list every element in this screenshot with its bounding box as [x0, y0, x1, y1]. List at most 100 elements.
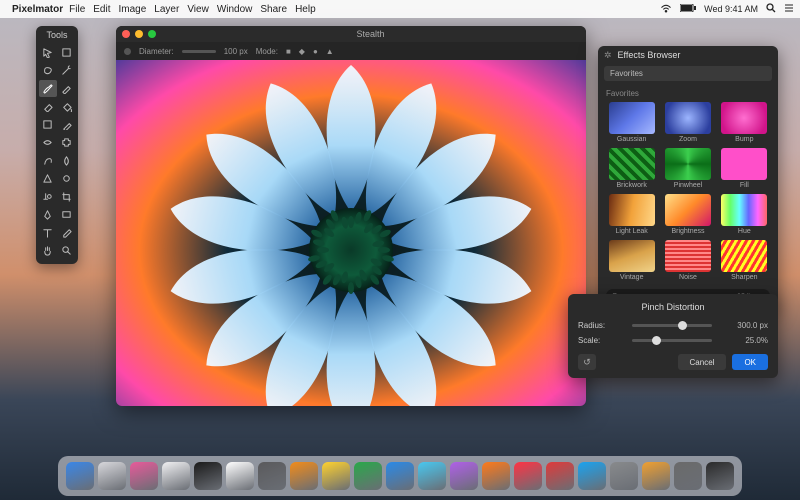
battery-icon[interactable]: [680, 4, 696, 14]
menu-help[interactable]: Help: [295, 4, 316, 15]
tool-move[interactable]: [39, 44, 57, 61]
radius-value[interactable]: 300.0 px: [720, 321, 768, 330]
tool-blur[interactable]: [58, 152, 76, 169]
tool-clone[interactable]: [39, 188, 57, 205]
effect-pinwheel[interactable]: Pinwheel: [662, 148, 713, 189]
cancel-button[interactable]: Cancel: [678, 354, 727, 370]
menu-layer[interactable]: Layer: [154, 4, 179, 15]
mode-option-2-icon[interactable]: ◆: [299, 47, 305, 56]
dock-app-13[interactable]: [482, 462, 510, 490]
dock-app-1[interactable]: [98, 462, 126, 490]
dock-app-9[interactable]: [354, 462, 382, 490]
menu-view[interactable]: View: [187, 4, 209, 15]
tool-shape[interactable]: [58, 206, 76, 223]
effects-group-selector[interactable]: Favorites: [604, 66, 772, 81]
dock-app-8[interactable]: [322, 462, 350, 490]
dock-app-14[interactable]: [514, 462, 542, 490]
dock-app-2[interactable]: [130, 462, 158, 490]
close-button[interactable]: [122, 30, 130, 38]
tool-eyedropper[interactable]: [58, 224, 76, 241]
diameter-slider[interactable]: [182, 50, 216, 53]
menu-image[interactable]: Image: [119, 4, 147, 15]
menu-share[interactable]: Share: [260, 4, 287, 15]
tool-red-eye[interactable]: [39, 134, 57, 151]
dock-app-19[interactable]: [674, 462, 702, 490]
dock-app-12[interactable]: [450, 462, 478, 490]
spotlight-icon[interactable]: [766, 3, 776, 15]
effect-bump[interactable]: Bump: [719, 102, 770, 143]
effect-sharpen[interactable]: Sharpen: [719, 240, 770, 281]
menu-window[interactable]: Window: [217, 4, 253, 15]
canvas[interactable]: [116, 60, 586, 406]
tool-magic-wand[interactable]: [58, 62, 76, 79]
effect-zoom[interactable]: Zoom: [662, 102, 713, 143]
effect-vintage[interactable]: Vintage: [606, 240, 657, 281]
effect-brightness[interactable]: Brightness: [662, 194, 713, 235]
effect-thumb: [609, 102, 655, 134]
dock-app-5[interactable]: [226, 462, 254, 490]
diameter-label: Diameter:: [139, 47, 174, 56]
mode-option-3-icon[interactable]: ●: [313, 47, 318, 56]
tool-lasso[interactable]: [39, 62, 57, 79]
tool-color-picker[interactable]: [58, 116, 76, 133]
effect-light-leak[interactable]: Light Leak: [606, 194, 657, 235]
ok-button[interactable]: OK: [732, 354, 768, 370]
zoom-button[interactable]: [148, 30, 156, 38]
dock-app-4[interactable]: [194, 462, 222, 490]
tool-zoom[interactable]: [58, 242, 76, 259]
dock-app-18[interactable]: [642, 462, 670, 490]
effect-label: Sharpen: [731, 274, 757, 281]
effect-brickwork[interactable]: Brickwork: [606, 148, 657, 189]
menu-extras-icon[interactable]: [784, 3, 794, 15]
brush-preview-icon[interactable]: [124, 48, 131, 55]
reset-button[interactable]: ↺: [578, 354, 596, 370]
dock-app-15[interactable]: [546, 462, 574, 490]
mode-option-4-icon[interactable]: ▲: [326, 47, 334, 56]
tool-paint-bucket[interactable]: [58, 98, 76, 115]
dock-app-6[interactable]: [258, 462, 286, 490]
size-value[interactable]: 100 px: [224, 47, 248, 56]
tool-pen[interactable]: [39, 206, 57, 223]
effect-label: Gaussian: [617, 136, 647, 143]
effect-noise[interactable]: Noise: [662, 240, 713, 281]
effect-hue[interactable]: Hue: [719, 194, 770, 235]
dock-app-16[interactable]: [578, 462, 606, 490]
tool-rect-select[interactable]: [58, 44, 76, 61]
scale-slider[interactable]: [632, 339, 712, 342]
minimize-button[interactable]: [135, 30, 143, 38]
mode-option-1-icon[interactable]: ■: [286, 47, 291, 56]
dock-app-3[interactable]: [162, 462, 190, 490]
effect-gaussian[interactable]: Gaussian: [606, 102, 657, 143]
tool-eraser[interactable]: [39, 98, 57, 115]
scale-value[interactable]: 25.0%: [720, 336, 768, 345]
tool-hand[interactable]: [39, 242, 57, 259]
effect-label: Fill: [740, 182, 749, 189]
tool-healing[interactable]: [58, 134, 76, 151]
wifi-icon[interactable]: [660, 4, 672, 15]
tool-dodge[interactable]: [58, 170, 76, 187]
tool-smudge[interactable]: [39, 152, 57, 169]
effect-thumb: [609, 148, 655, 180]
app-name[interactable]: Pixelmator: [12, 4, 63, 15]
tool-crop[interactable]: [58, 188, 76, 205]
dock-app-17[interactable]: [610, 462, 638, 490]
tool-text[interactable]: [39, 224, 57, 241]
menu-edit[interactable]: Edit: [93, 4, 110, 15]
gear-icon[interactable]: ✲: [604, 50, 612, 61]
dock-app-20[interactable]: [706, 462, 734, 490]
tool-gradient[interactable]: [39, 116, 57, 133]
menu-file[interactable]: File: [69, 4, 85, 15]
dock-app-0[interactable]: [66, 462, 94, 490]
tools-palette: Tools: [36, 26, 78, 264]
menubar-clock[interactable]: Wed 9:41 AM: [704, 4, 758, 14]
effect-thumb: [665, 240, 711, 272]
dock-app-10[interactable]: [386, 462, 414, 490]
document-titlebar[interactable]: Stealth: [116, 26, 586, 42]
tool-pencil[interactable]: [58, 80, 76, 97]
tool-sharpen[interactable]: [39, 170, 57, 187]
tool-brush[interactable]: [39, 80, 57, 97]
dock-app-11[interactable]: [418, 462, 446, 490]
dock-app-7[interactable]: [290, 462, 318, 490]
radius-slider[interactable]: [632, 324, 712, 327]
effect-fill[interactable]: Fill: [719, 148, 770, 189]
